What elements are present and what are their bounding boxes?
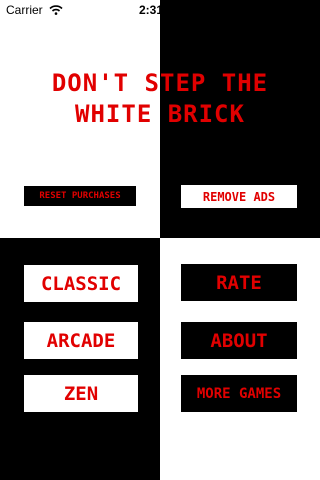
more-games-button[interactable]: MORE GAMES bbox=[181, 375, 297, 412]
clock: 2:31 bbox=[139, 3, 164, 17]
zen-mode-button[interactable]: ZEN bbox=[24, 375, 138, 412]
wifi-icon bbox=[49, 5, 63, 15]
page-title: DON'T STEP THE WHITE BRICK bbox=[0, 68, 320, 130]
remove-ads-button[interactable]: REMOVE ADS bbox=[181, 185, 297, 208]
reset-purchases-button[interactable]: RESET PURCHASES bbox=[24, 186, 136, 206]
about-button[interactable]: ABOUT bbox=[181, 322, 297, 359]
carrier-label: Carrier bbox=[6, 3, 43, 17]
status-bar: Carrier 2:31 bbox=[0, 0, 320, 20]
classic-mode-button[interactable]: CLASSIC bbox=[24, 265, 138, 302]
rate-button[interactable]: RATE bbox=[181, 264, 297, 301]
arcade-mode-button[interactable]: ARCADE bbox=[24, 322, 138, 359]
title-line-2: WHITE BRICK bbox=[75, 100, 245, 128]
title-line-1: DON'T STEP THE bbox=[51, 69, 269, 97]
